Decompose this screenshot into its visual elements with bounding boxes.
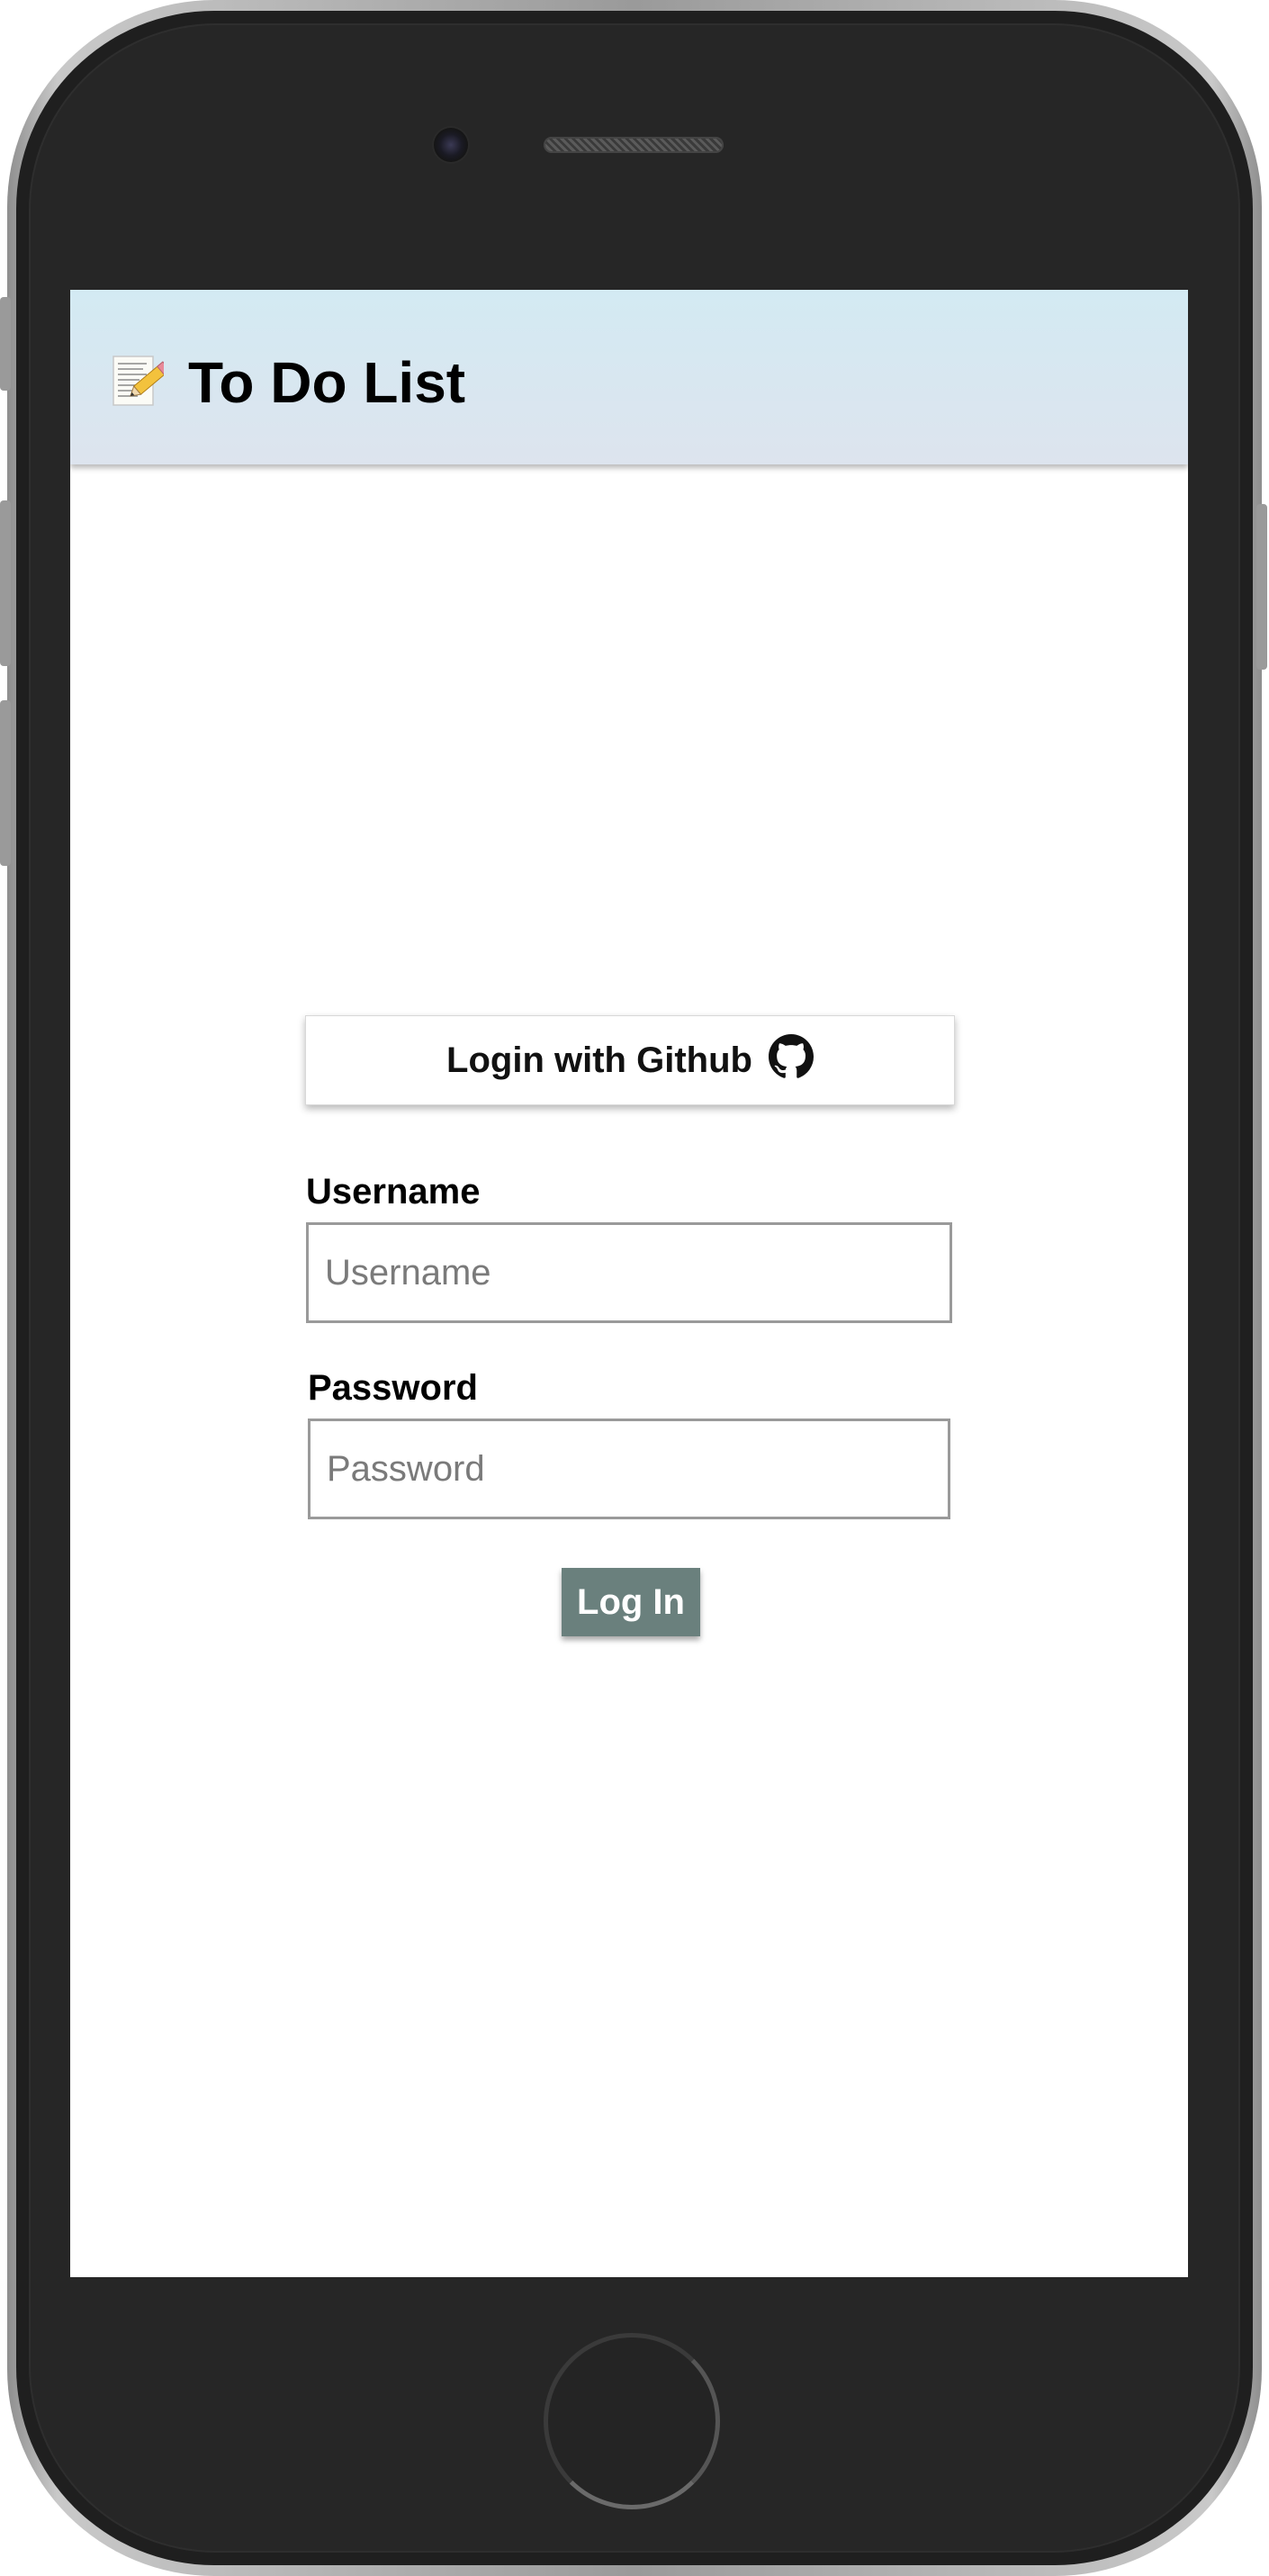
app-screen: To Do List Login with Github Username Pa… (70, 290, 1188, 2277)
front-camera (434, 128, 468, 162)
github-login-label: Login with Github (446, 1040, 752, 1080)
earpiece-speaker (544, 137, 724, 153)
home-button[interactable] (544, 2333, 720, 2509)
username-label: Username (306, 1172, 481, 1211)
log-in-button[interactable]: Log In (562, 1568, 700, 1636)
password-input[interactable] (308, 1419, 950, 1519)
github-icon (768, 1034, 814, 1079)
page-title: To Do List (188, 350, 466, 415)
password-label: Password (308, 1368, 478, 1408)
power-button (1256, 504, 1267, 670)
volume-down-button (0, 700, 11, 866)
app-header: To Do List (70, 290, 1188, 464)
username-input[interactable] (306, 1222, 952, 1323)
volume-up-button (0, 500, 11, 666)
mute-switch (0, 297, 11, 391)
memo-icon (112, 353, 171, 409)
github-login-button[interactable]: Login with Github (305, 1015, 955, 1105)
